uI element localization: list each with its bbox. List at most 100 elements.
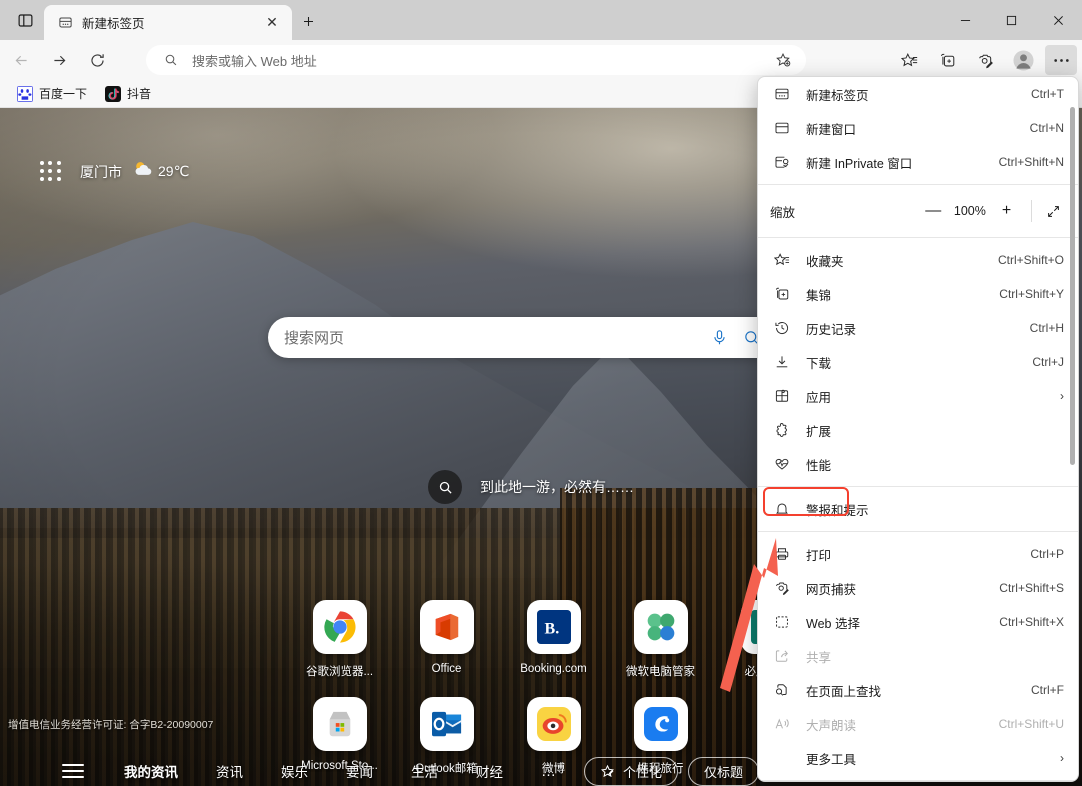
menu-item-print[interactable]: 打印 Ctrl+P: [758, 537, 1078, 571]
menu-scrollbar-thumb[interactable]: [1070, 107, 1075, 465]
menu-item-label: 新建窗口: [806, 122, 857, 137]
maximize-button[interactable]: [988, 0, 1034, 40]
zoom-value: 100%: [953, 204, 986, 218]
microphone-icon[interactable]: [706, 325, 732, 351]
menu-item-shortcut: Ctrl+Shift+N: [998, 155, 1064, 169]
nav-item-headlines[interactable]: 要闻: [346, 761, 373, 781]
nav-item-lifestyle[interactable]: 生活: [411, 761, 438, 781]
chevron-right-icon: ›: [1060, 751, 1064, 765]
pc-manager-icon: [633, 600, 688, 654]
menu-item-new-window[interactable]: 新建窗口 Ctrl+N: [758, 111, 1078, 145]
new-tab-favicon: [56, 14, 74, 32]
profile-icon[interactable]: [1007, 45, 1039, 75]
menu-item-web-capture[interactable]: 网页捕获 Ctrl+Shift+S: [758, 571, 1078, 605]
close-icon[interactable]: ✕: [260, 11, 284, 35]
menu-item-label: 更多工具: [806, 752, 857, 767]
titles-only-button[interactable]: 仅标题: [688, 756, 760, 786]
menu-item-label: 性能: [806, 458, 832, 473]
menu-item-label: 打印: [806, 548, 832, 563]
menu-item-collections[interactable]: 集锦 Ctrl+Shift+Y: [758, 277, 1078, 311]
more-tools-spacer: [770, 746, 794, 770]
address-bar[interactable]: 搜索或输入 Web 地址: [146, 45, 806, 75]
search-icon: [160, 49, 182, 71]
menu-zoom-row: 缩放 — 100% +: [758, 190, 1078, 232]
menu-item-favorites[interactable]: 收藏夹 Ctrl+Shift+O: [758, 243, 1078, 277]
bookmark-douyin[interactable]: 抖音: [98, 83, 158, 105]
personalize-button[interactable]: 个性化: [584, 756, 679, 786]
find-icon: [770, 678, 794, 702]
feed-menu-icon[interactable]: [62, 764, 84, 778]
shortcut-pc-manager[interactable]: 微软电脑管家: [607, 600, 714, 679]
quote-block[interactable]: 到此地一游，必然有……: [428, 470, 634, 504]
menu-separator: [758, 780, 1078, 781]
shortcut-office[interactable]: Office: [393, 600, 500, 679]
minimize-button[interactable]: [942, 0, 988, 40]
refresh-icon[interactable]: [80, 45, 114, 75]
menu-item-share: 共享: [758, 639, 1078, 673]
browser-window: 厦门市 29℃ 搜索网页 到此地一游，必然有…… 谷歌浏览器... Office…: [0, 0, 1082, 786]
menu-item-web-select[interactable]: Web 选择 Ctrl+Shift+X: [758, 605, 1078, 639]
menu-item-apps[interactable]: 应用 ›: [758, 379, 1078, 413]
menu-item-history[interactable]: 历史记录 Ctrl+H: [758, 311, 1078, 345]
menu-item-new-tab[interactable]: 新建标签页 Ctrl+T: [758, 77, 1078, 111]
menu-item-shortcut: Ctrl+J: [1032, 355, 1064, 369]
nav-item-finance[interactable]: 财经: [476, 761, 503, 781]
back-icon[interactable]: [4, 45, 38, 75]
zoom-divider: [1031, 200, 1033, 222]
forward-icon[interactable]: [42, 45, 76, 75]
menu-item-label: 在页面上查找: [806, 684, 882, 699]
bell-icon: [770, 497, 794, 521]
close-button[interactable]: [1034, 0, 1082, 40]
menu-separator: [758, 486, 1078, 487]
shortcut-label: Office: [431, 663, 462, 675]
zoom-in-button[interactable]: +: [992, 196, 1022, 226]
menu-scrollbar[interactable]: [1069, 79, 1076, 781]
tab-actions-icon[interactable]: [12, 8, 38, 32]
chevron-right-icon: ›: [1060, 389, 1064, 403]
address-placeholder: 搜索或输入 Web 地址: [192, 53, 317, 69]
menu-item-label: 大声朗读: [806, 718, 857, 733]
menu-item-find-on-page[interactable]: 在页面上查找 Ctrl+F: [758, 673, 1078, 707]
bookmark-label: 百度一下: [39, 87, 88, 101]
collections-icon[interactable]: [931, 45, 963, 75]
nav-item-entertainment[interactable]: 娱乐: [281, 761, 308, 781]
menu-item-new-inprivate[interactable]: 新建 InPrivate 窗口 Ctrl+Shift+N: [758, 145, 1078, 179]
web-select-icon: [770, 610, 794, 634]
favorite-add-icon[interactable]: [770, 47, 796, 73]
menu-separator: [758, 237, 1078, 238]
bookmark-baidu[interactable]: 百度一下: [10, 83, 94, 105]
chrome-icon: [312, 600, 367, 654]
favorites-icon[interactable]: [893, 45, 925, 75]
download-icon: [770, 350, 794, 374]
menu-item-label: 新建标签页: [806, 88, 869, 103]
nav-more-icon[interactable]: …: [541, 763, 558, 780]
nav-item-my-feed[interactable]: 我的资讯: [124, 761, 178, 781]
settings-and-more-icon[interactable]: [1045, 45, 1077, 75]
menu-item-label: Web 选择: [806, 616, 860, 631]
nav-item-news[interactable]: 资讯: [216, 761, 243, 781]
weather-city: 厦门市: [80, 163, 122, 180]
zoom-out-button[interactable]: —: [918, 196, 948, 226]
weather-widget[interactable]: 厦门市 29℃: [40, 160, 189, 183]
menu-item-performance[interactable]: 性能: [758, 447, 1078, 481]
menu-separator: [758, 531, 1078, 532]
shortcut-chrome[interactable]: 谷歌浏览器...: [286, 600, 393, 679]
menu-item-extensions[interactable]: 扩展: [758, 413, 1078, 447]
microsoft-store-icon: [312, 697, 367, 751]
personalize-star-icon: [600, 764, 615, 779]
menu-item-more-tools[interactable]: 更多工具 ›: [758, 741, 1078, 775]
shortcut-booking[interactable]: B. Booking.com: [500, 600, 607, 679]
menu-item-shortcut: Ctrl+Shift+X: [999, 615, 1064, 629]
screenshot-icon[interactable]: [969, 45, 1001, 75]
menu-item-alerts[interactable]: 警报和提示: [758, 492, 1078, 526]
new-window-icon: [770, 116, 794, 140]
app-grid-icon[interactable]: [40, 160, 62, 183]
fullscreen-icon[interactable]: [1038, 196, 1068, 226]
quote-search-icon[interactable]: [428, 470, 462, 504]
new-tab-button[interactable]: [294, 8, 322, 34]
menu-item-shortcut: Ctrl+Shift+O: [997, 253, 1064, 267]
menu-item-downloads[interactable]: 下载 Ctrl+J: [758, 345, 1078, 379]
page-search-box[interactable]: 搜索网页: [268, 317, 780, 358]
browser-tab[interactable]: 新建标签页 ✕: [44, 5, 292, 40]
performance-icon: [770, 452, 794, 476]
